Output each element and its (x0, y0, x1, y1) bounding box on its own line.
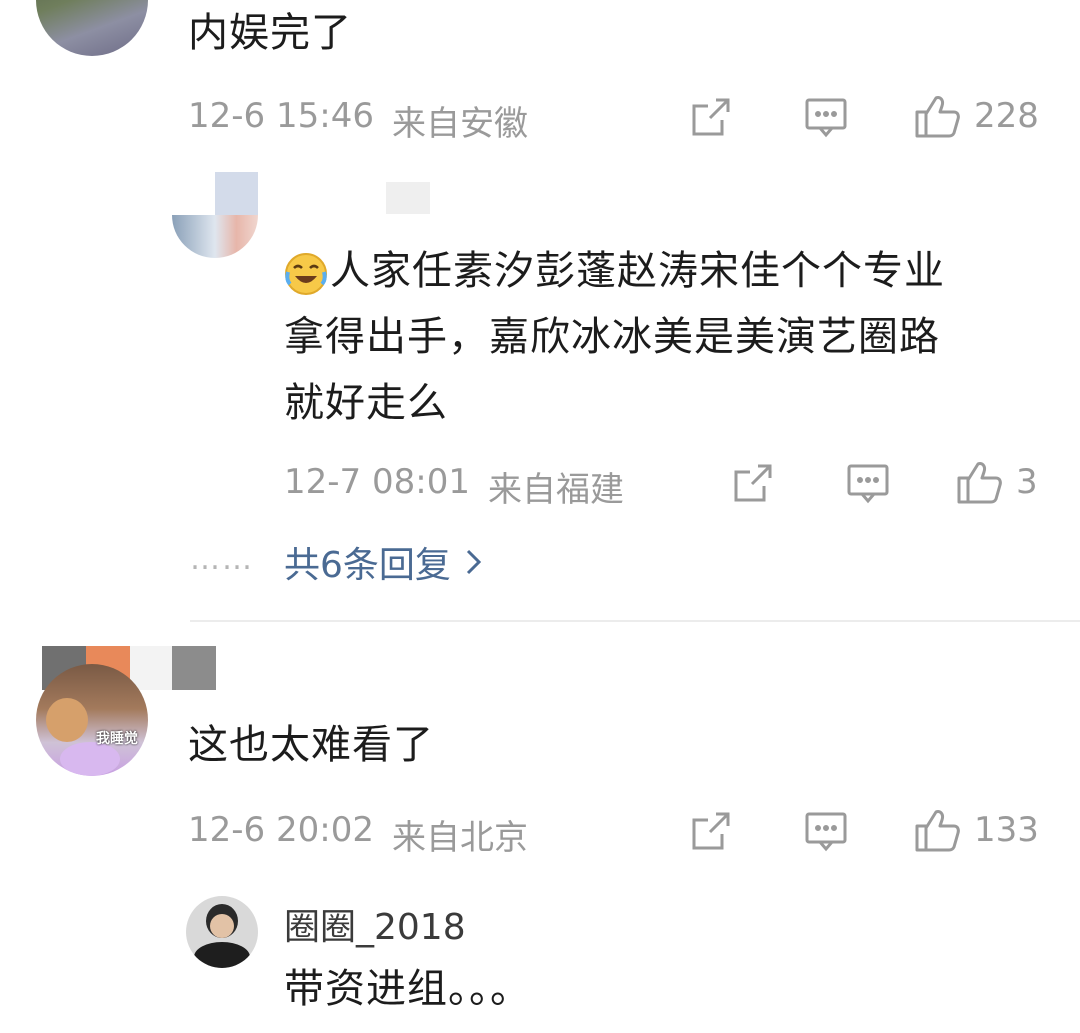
thumbs-up-icon (914, 92, 962, 140)
reply-username[interactable]: 圈圈_2018 (284, 898, 466, 950)
reply-text: 带资进组。。。 (284, 966, 531, 1012)
like-count: 133 (974, 810, 1039, 850)
comment-meta: 12-6 15:46 来自安徽 (188, 96, 528, 145)
reply-text-line-3: 就好走么 (284, 380, 448, 426)
reply-avatar[interactable] (172, 172, 258, 258)
comment-text: 这也太难看了 (188, 722, 434, 768)
avatar-badge: 我睡觉 (96, 731, 138, 747)
reply-dots: …… (190, 542, 254, 577)
reply-location: 来自福建 (487, 470, 624, 510)
reply-text-line-1: 人家任素汐彭蓬赵涛宋佳个个专业 (330, 248, 945, 294)
comment-divider (190, 620, 1080, 622)
avatar[interactable] (36, 0, 148, 56)
like-button[interactable]: 133 (914, 806, 1039, 854)
share-icon[interactable] (690, 96, 732, 138)
chevron-right-icon (465, 548, 483, 576)
comment-location: 来自北京 (391, 818, 528, 858)
comment-icon[interactable] (804, 810, 848, 852)
comment-time: 12-6 15:46 (188, 96, 374, 136)
share-icon[interactable] (690, 810, 732, 852)
reply-username-mask (386, 182, 430, 214)
comment-icon[interactable] (804, 96, 848, 138)
thumbs-up-icon (914, 806, 962, 854)
reply-time: 12-7 08:01 (284, 462, 470, 502)
thumbs-up-icon (956, 458, 1004, 506)
avatar[interactable] (36, 664, 148, 776)
comment-icon[interactable] (846, 462, 890, 504)
reply-text-line-2: 拿得出手，嘉欣冰冰美是美演艺圈路 (284, 314, 940, 360)
comment-time: 12-6 20:02 (188, 810, 374, 850)
comment-location: 来自安徽 (391, 104, 528, 144)
more-replies-label: 共6条回复 (284, 545, 451, 586)
share-icon[interactable] (732, 462, 774, 504)
comment-text: 内娱完了 (188, 10, 352, 56)
reply-meta: 12-7 08:01 来自福建 (284, 462, 624, 511)
reply-like-count: 3 (1016, 462, 1038, 502)
more-replies-link[interactable]: 共6条回复 (284, 536, 483, 588)
reply-like-button[interactable]: 3 (956, 458, 1038, 506)
reply-avatar[interactable] (186, 896, 258, 968)
like-count: 228 (974, 96, 1039, 136)
comment-meta: 12-6 20:02 来自北京 (188, 810, 528, 859)
laughing-crying-emoji-icon (284, 252, 328, 296)
like-button[interactable]: 228 (914, 92, 1039, 140)
